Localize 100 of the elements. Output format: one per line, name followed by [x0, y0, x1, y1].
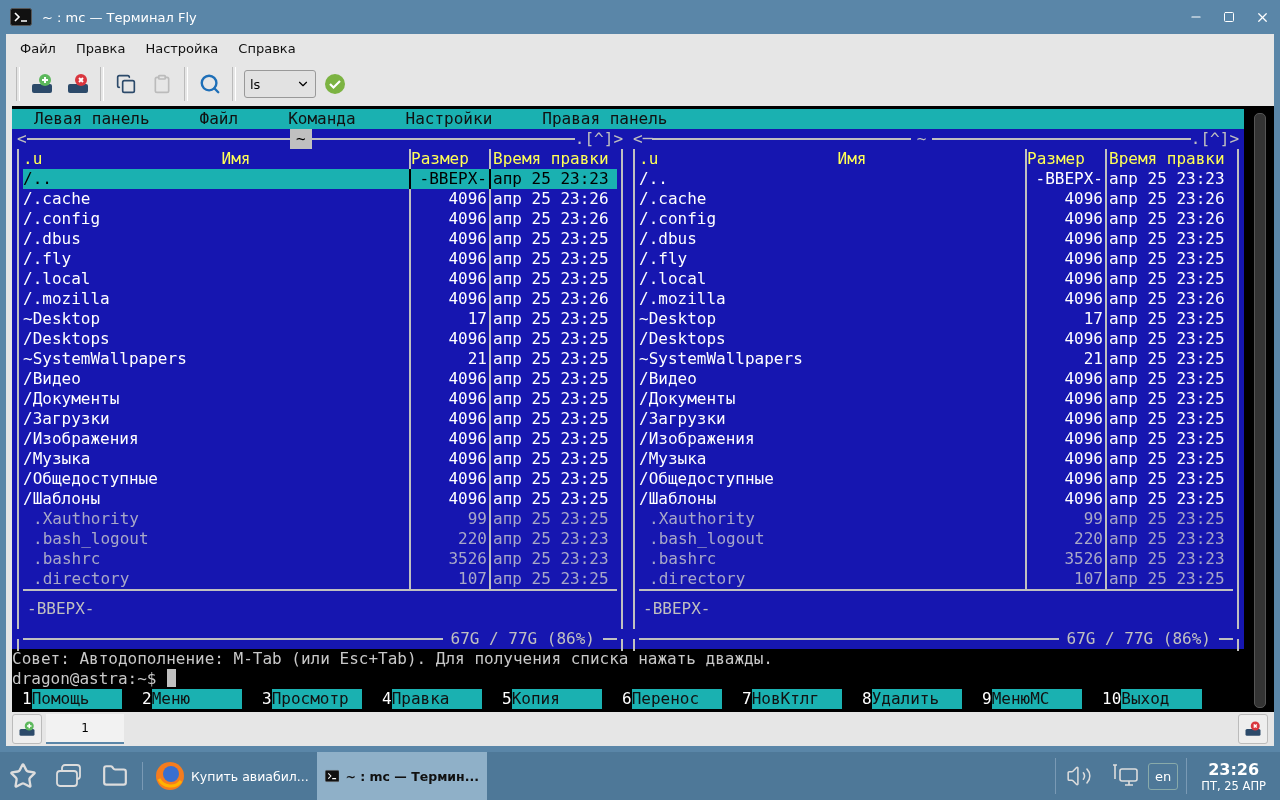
- menu-item[interactable]: Справка: [228, 40, 306, 56]
- function-key[interactable]: Меню: [151, 689, 242, 709]
- panel-nav-right[interactable]: .[^]>: [574, 129, 623, 149]
- file-row[interactable]: /Музыка 4096 апр 25 23:25: [639, 449, 1233, 469]
- copy-icon[interactable]: [116, 74, 136, 94]
- clock[interactable]: 23:26 ПТ, 25 АПР: [1187, 759, 1280, 793]
- file-size: 4096: [1025, 329, 1105, 349]
- language-indicator[interactable]: en: [1148, 762, 1179, 790]
- file-row[interactable]: /.local 4096 апр 25 23:25: [23, 269, 617, 289]
- file-row[interactable]: /.dbus 4096 апр 25 23:25: [639, 229, 1233, 249]
- mc-menu-item[interactable]: Настройки: [405, 109, 493, 129]
- function-key[interactable]: Перенос: [631, 689, 722, 709]
- file-row[interactable]: .directory 107 апр 25 23:25: [639, 569, 1233, 589]
- file-time: апр 25 23:23: [489, 529, 617, 549]
- file-row[interactable]: .bashrc 3526 апр 25 23:23: [639, 549, 1233, 569]
- file-row[interactable]: /Общедоступные 4096 апр 25 23:25: [23, 469, 617, 489]
- network-icon[interactable]: [1111, 763, 1139, 789]
- panel-nav-right[interactable]: .[^]>: [1190, 129, 1239, 149]
- file-row[interactable]: /Шаблоны 4096 апр 25 23:25: [23, 489, 617, 509]
- file-row[interactable]: /.mozilla 4096 апр 25 23:26: [23, 289, 617, 309]
- function-key[interactable]: Копия: [511, 689, 602, 709]
- file-row[interactable]: /Изображения 4096 апр 25 23:25: [639, 429, 1233, 449]
- mc-menu-item[interactable]: Файл: [199, 109, 239, 129]
- command-select[interactable]: ls: [244, 70, 316, 98]
- run-icon[interactable]: [324, 73, 346, 95]
- function-key[interactable]: МенюMC: [991, 689, 1082, 709]
- panel-nav-left[interactable]: <─: [633, 129, 653, 149]
- file-row[interactable]: .Xauthority 99 апр 25 23:25: [23, 509, 617, 529]
- file-row[interactable]: /Загрузки 4096 апр 25 23:25: [23, 409, 617, 429]
- file-name: /Desktops: [639, 329, 727, 349]
- mc-menu-item[interactable]: Левая панель: [34, 109, 150, 129]
- file-row[interactable]: .directory 107 апр 25 23:25: [23, 569, 617, 589]
- window-title: ~ : mc — Терминал Fly: [42, 9, 198, 25]
- file-row[interactable]: .bash_logout 220 апр 25 23:23: [639, 529, 1233, 549]
- function-key[interactable]: Помощь: [31, 689, 122, 709]
- windows-icon[interactable]: [55, 763, 83, 789]
- file-row[interactable]: ~SystemWallpapers 21 апр 25 23:25: [23, 349, 617, 369]
- function-key[interactable]: Удалить: [871, 689, 962, 709]
- file-row[interactable]: /Музыка 4096 апр 25 23:25: [23, 449, 617, 469]
- file-row[interactable]: .bashrc 3526 апр 25 23:23: [23, 549, 617, 569]
- new-session-icon[interactable]: [30, 72, 54, 96]
- file-row[interactable]: /.cache 4096 апр 25 23:26: [639, 189, 1233, 209]
- function-key[interactable]: Выход: [1121, 689, 1202, 709]
- file-row[interactable]: /.fly 4096 апр 25 23:25: [639, 249, 1233, 269]
- scrollbar[interactable]: [1254, 113, 1266, 708]
- sort-indicator[interactable]: .u: [639, 149, 679, 169]
- file-row[interactable]: ~Desktop 17 апр 25 23:25: [639, 309, 1233, 329]
- file-row[interactable]: /Документы 4096 апр 25 23:25: [23, 389, 617, 409]
- file-row[interactable]: .bash_logout 220 апр 25 23:23: [23, 529, 617, 549]
- file-row[interactable]: /.. -ВВЕРХ- апр 25 23:23: [639, 169, 1233, 189]
- file-size: 4096: [409, 469, 489, 489]
- function-key[interactable]: Просмотр: [271, 689, 362, 709]
- file-name: /Музыка: [639, 449, 708, 469]
- column-header[interactable]: Размер: [1025, 149, 1105, 169]
- file-row[interactable]: ~Desktop 17 апр 25 23:25: [23, 309, 617, 329]
- menu-item[interactable]: Правка: [65, 40, 136, 56]
- search-icon[interactable]: [199, 73, 221, 95]
- file-row[interactable]: /.local 4096 апр 25 23:25: [639, 269, 1233, 289]
- file-name: /Изображения: [639, 429, 756, 449]
- file-row[interactable]: .Xauthority 99 апр 25 23:25: [639, 509, 1233, 529]
- file-row[interactable]: /Desktops 4096 апр 25 23:25: [639, 329, 1233, 349]
- file-row[interactable]: /.fly 4096 апр 25 23:25: [23, 249, 617, 269]
- column-header[interactable]: Имя: [63, 149, 409, 169]
- file-row[interactable]: /Загрузки 4096 апр 25 23:25: [639, 409, 1233, 429]
- file-time: апр 25 23:25: [1105, 569, 1233, 589]
- mc-menu-item[interactable]: Правая панель: [542, 109, 668, 129]
- function-key[interactable]: НовКтлг: [751, 689, 842, 709]
- file-row[interactable]: /Видео 4096 апр 25 23:25: [639, 369, 1233, 389]
- new-tab-button[interactable]: [12, 714, 42, 744]
- folder-icon[interactable]: [102, 763, 128, 789]
- mc-menu-item[interactable]: Команда: [288, 109, 356, 129]
- function-key-number: 9: [982, 689, 992, 709]
- file-row[interactable]: /Документы 4096 апр 25 23:25: [639, 389, 1233, 409]
- close-session-icon[interactable]: [66, 72, 90, 96]
- menu-item[interactable]: Настройка: [135, 40, 229, 56]
- close-tab-button[interactable]: [1238, 714, 1268, 744]
- file-row[interactable]: /Общедоступные 4096 апр 25 23:25: [639, 469, 1233, 489]
- menu-item[interactable]: Файл: [10, 40, 66, 56]
- panel-nav-left[interactable]: <: [17, 129, 27, 149]
- file-size: 4096: [409, 329, 489, 349]
- file-row[interactable]: ~SystemWallpapers 21 апр 25 23:25: [639, 349, 1233, 369]
- file-row[interactable]: /.. -ВВЕРХ- апр 25 23:23: [23, 169, 617, 189]
- file-row[interactable]: /.config 4096 апр 25 23:26: [639, 209, 1233, 229]
- column-header[interactable]: Имя: [679, 149, 1025, 169]
- file-row[interactable]: /.mozilla 4096 апр 25 23:26: [639, 289, 1233, 309]
- file-row[interactable]: /.config 4096 апр 25 23:26: [23, 209, 617, 229]
- sort-indicator[interactable]: .u: [23, 149, 63, 169]
- file-row[interactable]: /Видео 4096 апр 25 23:25: [23, 369, 617, 389]
- file-row[interactable]: /Шаблоны 4096 апр 25 23:25: [639, 489, 1233, 509]
- maximize-icon[interactable]: [1223, 11, 1235, 23]
- terminal-tab[interactable]: 1: [46, 714, 124, 744]
- function-key[interactable]: Правка: [391, 689, 482, 709]
- star-icon[interactable]: [9, 762, 37, 790]
- taskbar-task[interactable]: Купить авиабил...: [147, 752, 317, 800]
- column-header[interactable]: Время правки: [1105, 149, 1233, 169]
- file-row[interactable]: /Изображения 4096 апр 25 23:25: [23, 429, 617, 449]
- taskbar-task[interactable]: ~ : mc — Термин...: [317, 752, 487, 800]
- file-row[interactable]: /.cache 4096 апр 25 23:26: [23, 189, 617, 209]
- file-row[interactable]: /.dbus 4096 апр 25 23:25: [23, 229, 617, 249]
- file-row[interactable]: /Desktops 4096 апр 25 23:25: [23, 329, 617, 349]
